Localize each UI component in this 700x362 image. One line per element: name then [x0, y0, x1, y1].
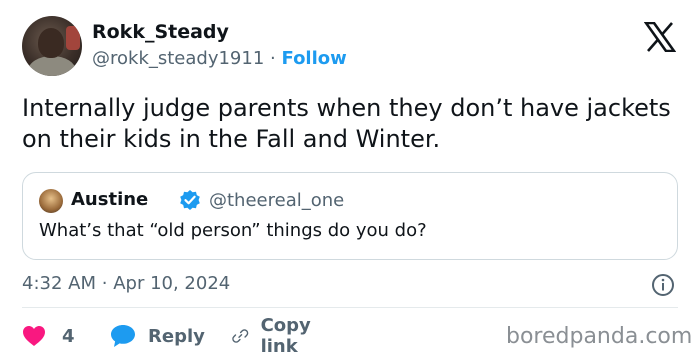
- author-handle[interactable]: @rokk_steady1911: [92, 48, 264, 69]
- tweet-date: Apr 10, 2024: [113, 273, 231, 294]
- author-name[interactable]: Rokk_Steady: [92, 21, 229, 43]
- speech-bubble-icon: [111, 325, 135, 347]
- avatar-face: [38, 28, 64, 58]
- tweet-timestamp[interactable]: 4:32 AM · Apr 10, 2024: [22, 273, 230, 294]
- reply-button[interactable]: Reply: [110, 322, 205, 350]
- link-icon: [232, 329, 249, 343]
- quoted-author-avatar: [39, 189, 63, 213]
- watermark: boredpanda.com: [506, 324, 693, 349]
- heart-icon: [23, 326, 45, 346]
- quoted-author-handle: @theereal_one: [209, 190, 345, 211]
- meta-separator: ·: [101, 273, 108, 294]
- quoted-author-name: Austine: [71, 189, 149, 210]
- info-icon[interactable]: [651, 273, 675, 297]
- tweet-text: Internally judge parents when they don’t…: [22, 94, 671, 153]
- action-divider: [22, 307, 678, 308]
- copy-link-button[interactable]: Copy link: [232, 315, 320, 357]
- follow-button[interactable]: Follow: [282, 48, 347, 69]
- like-button[interactable]: 4: [22, 322, 75, 350]
- copy-link-label: Copy link: [260, 315, 311, 357]
- x-logo-icon[interactable]: [644, 22, 676, 52]
- author-avatar[interactable]: [22, 16, 82, 76]
- reply-label: Reply: [148, 325, 205, 347]
- quoted-tweet[interactable]: Austine @theereal_one What’s that “old p…: [22, 172, 678, 260]
- verified-badge-icon: [180, 190, 200, 210]
- handle-separator: ·: [270, 48, 276, 69]
- avatar-background-detail: [66, 26, 80, 50]
- tweet-time: 4:32 AM: [22, 273, 96, 294]
- like-count: 4: [62, 325, 75, 347]
- quoted-tweet-text: What’s that “old person” things do you d…: [39, 220, 427, 241]
- avatar-shirt: [28, 56, 76, 76]
- author-handle-row: @rokk_steady1911 · Follow: [92, 48, 347, 69]
